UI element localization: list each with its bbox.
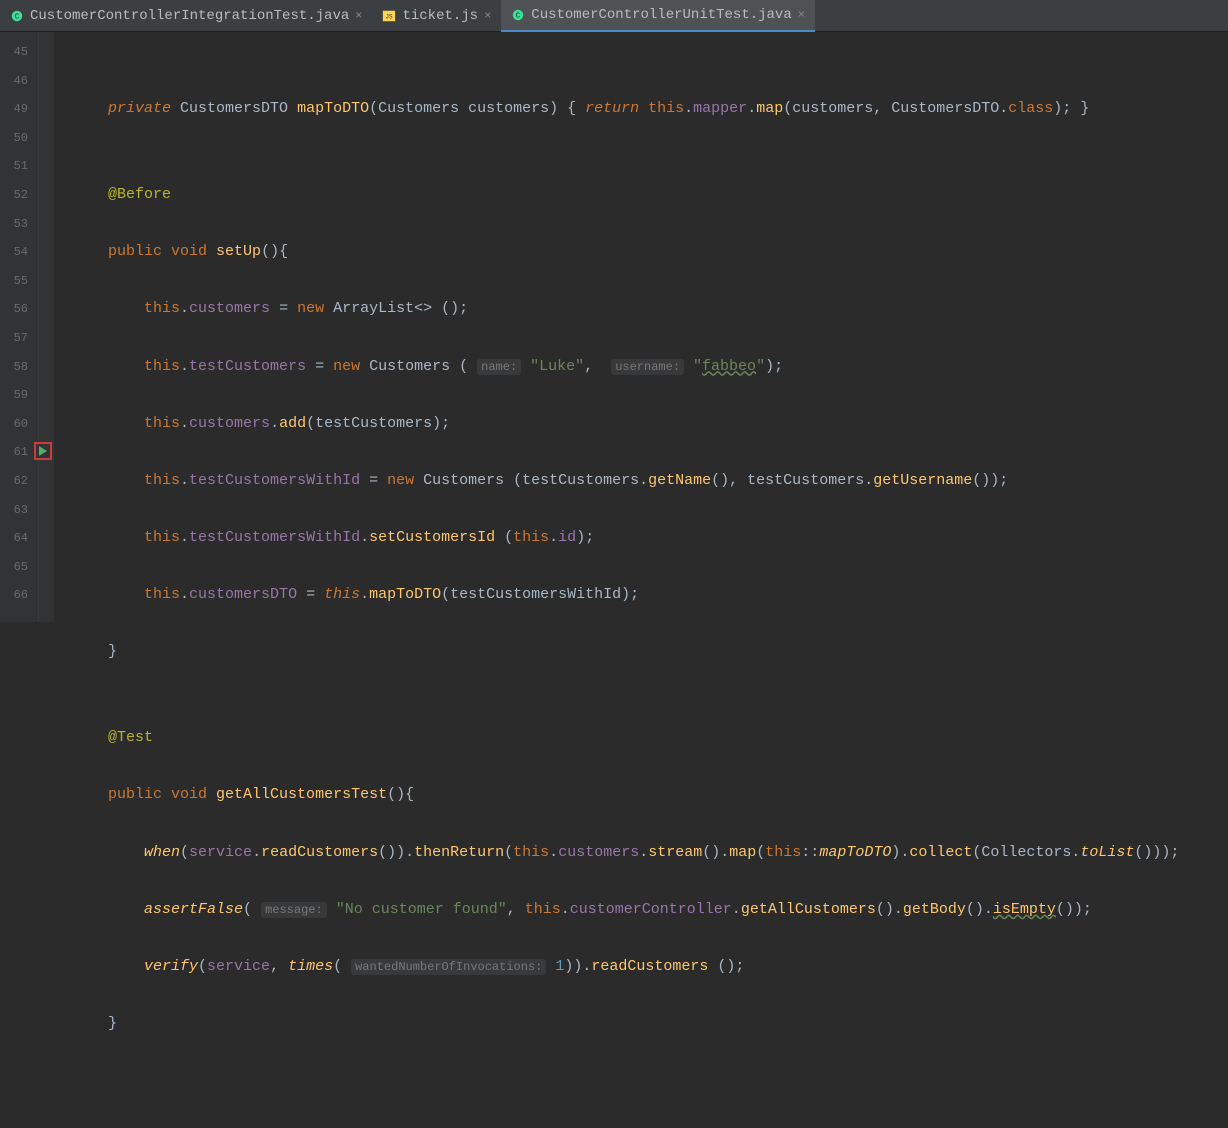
editor-tabbar: C CustomerControllerIntegrationTest.java… [0,0,1228,32]
line-number[interactable]: 58 [0,353,28,382]
file-icon-js: JS [382,9,396,23]
tab-integration-test[interactable]: C CustomerControllerIntegrationTest.java… [0,0,372,32]
line-number[interactable]: 57 [0,324,28,353]
line-number[interactable]: 45 [0,38,28,67]
line-number[interactable]: 52 [0,181,28,210]
line-number[interactable]: 51 [0,152,28,181]
tab-unit-test[interactable]: C CustomerControllerUnitTest.java × [501,0,815,32]
fold-gutter[interactable] [32,32,54,622]
line-number[interactable]: 62 [0,467,28,496]
tab-label: CustomerControllerUnitTest.java [531,7,791,23]
svg-text:JS: JS [386,14,394,21]
line-number-gutter[interactable]: 4546495051525354555657585960616263646566 [0,32,32,622]
line-number[interactable]: 66 [0,581,28,610]
line-number[interactable]: 65 [0,553,28,582]
run-test-icon[interactable] [34,442,52,460]
line-number[interactable]: 59 [0,381,28,410]
svg-text:C: C [516,13,520,21]
file-icon-java: C [511,8,525,22]
line-number[interactable]: 61 [0,438,28,467]
line-number[interactable]: 55 [0,267,28,296]
line-number[interactable]: 63 [0,496,28,525]
line-number[interactable]: 64 [0,524,28,553]
line-number[interactable]: 49 [0,95,28,124]
line-number[interactable]: 53 [0,210,28,239]
code-editor[interactable]: private CustomersDTO mapToDTO(Customers … [54,32,1228,622]
close-icon[interactable]: × [355,9,362,23]
tab-label: ticket.js [402,8,478,24]
line-number[interactable]: 60 [0,410,28,439]
file-icon-java: C [10,9,24,23]
line-number[interactable]: 54 [0,238,28,267]
close-icon[interactable]: × [798,8,805,22]
tab-label: CustomerControllerIntegrationTest.java [30,8,349,24]
svg-text:C: C [15,14,19,22]
close-icon[interactable]: × [484,9,491,23]
line-number[interactable]: 50 [0,124,28,153]
tab-ticket-js[interactable]: JS ticket.js × [372,0,501,32]
line-number[interactable]: 46 [0,67,28,96]
line-number[interactable]: 56 [0,295,28,324]
